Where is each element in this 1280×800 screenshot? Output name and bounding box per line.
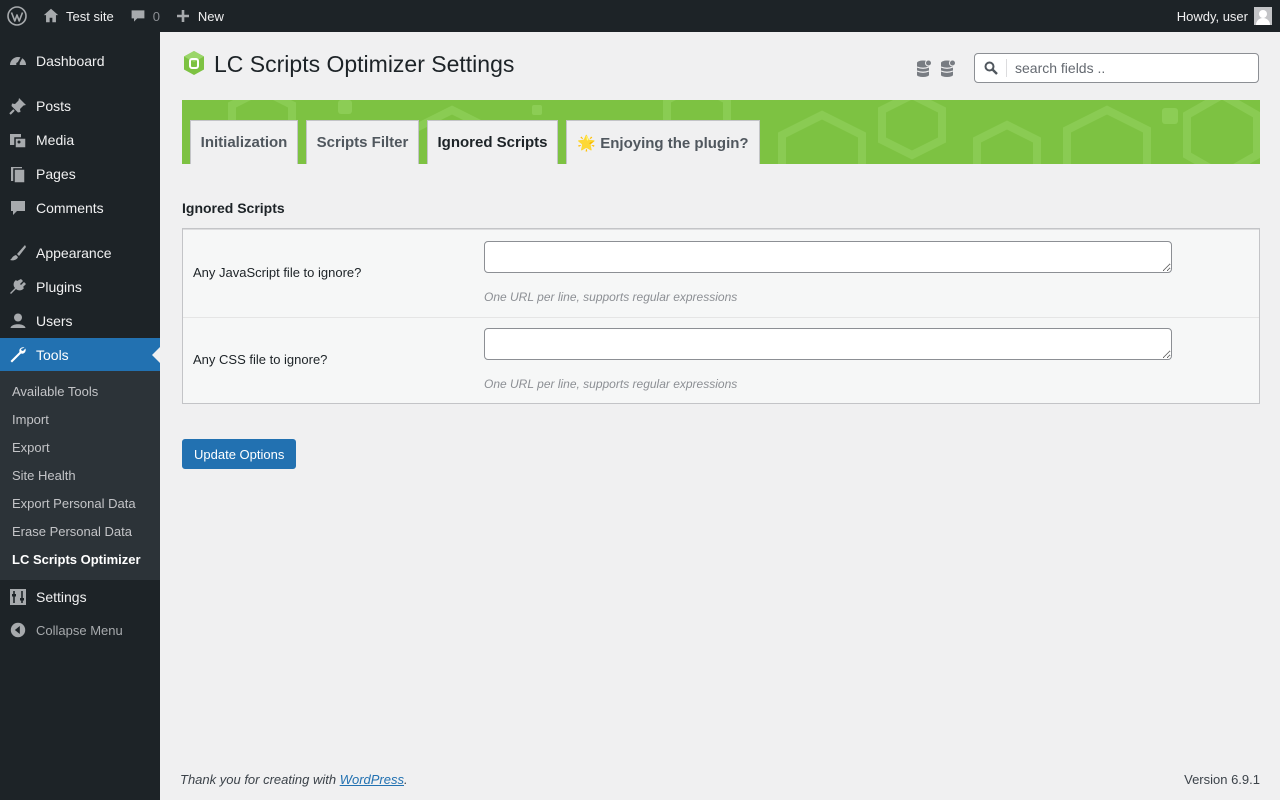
menu-item-comments[interactable]: Comments bbox=[0, 191, 160, 225]
howdy-text: Howdy, user bbox=[1176, 8, 1248, 24]
comment-bubble-icon bbox=[131, 10, 145, 22]
tab-initialization[interactable]: Initialization bbox=[190, 120, 298, 164]
update-options-button[interactable]: Update Options bbox=[182, 439, 297, 469]
new-content-link[interactable]: New bbox=[168, 0, 232, 32]
pages-icon bbox=[0, 164, 36, 184]
wordpress-logo-icon[interactable] bbox=[0, 0, 34, 32]
collapse-arrow-icon bbox=[0, 621, 36, 639]
admin-bar: Test site 0 New Howdy, user bbox=[0, 0, 1280, 32]
user-icon bbox=[0, 311, 36, 331]
tools-submenu: Available Tools Import Export Site Healt… bbox=[0, 371, 160, 580]
search-icon bbox=[975, 59, 1007, 77]
comments-link[interactable]: 0 bbox=[122, 0, 168, 32]
media-icon bbox=[0, 130, 36, 150]
section-title: Ignored Scripts bbox=[182, 200, 285, 216]
menu-item-dashboard[interactable]: Dashboard bbox=[0, 44, 160, 78]
header-actions bbox=[916, 59, 956, 80]
table-row: Any JavaScript file to ignore? One URL p… bbox=[183, 230, 1259, 317]
dashboard-icon bbox=[0, 51, 36, 71]
settings-icon bbox=[0, 587, 36, 607]
menu-label: Users bbox=[36, 313, 73, 329]
menu-label: Dashboard bbox=[36, 53, 105, 69]
comment-icon bbox=[0, 198, 36, 218]
tabs-banner: Initialization Scripts Filter Ignored Sc… bbox=[182, 100, 1260, 164]
submenu-lc-scripts-optimizer[interactable]: LC Scripts Optimizer bbox=[12, 552, 141, 567]
page-header: LC Scripts Optimizer Settings bbox=[182, 50, 514, 79]
submenu-site-health[interactable]: Site Health bbox=[12, 468, 76, 483]
my-account-link[interactable]: Howdy, user bbox=[1169, 0, 1280, 32]
menu-item-plugins[interactable]: Plugins bbox=[0, 270, 160, 304]
collapse-label: Collapse Menu bbox=[36, 622, 123, 638]
table-row: Any CSS file to ignore? One URL per line… bbox=[183, 317, 1259, 404]
plugin-logo-icon bbox=[182, 50, 206, 79]
css-ignore-label: Any CSS file to ignore? bbox=[193, 352, 328, 367]
brush-icon bbox=[0, 243, 36, 263]
search-fields-input[interactable] bbox=[1007, 60, 1247, 76]
js-ignore-label: Any JavaScript file to ignore? bbox=[193, 265, 362, 280]
footer-version: Version 6.9.1 bbox=[1184, 772, 1260, 787]
submenu-export-personal-data[interactable]: Export Personal Data bbox=[12, 496, 136, 511]
search-fields-box bbox=[974, 53, 1259, 83]
ignored-scripts-table: Any JavaScript file to ignore? One URL p… bbox=[182, 228, 1260, 404]
admin-menu: Dashboard Posts Media Pages Comments App… bbox=[0, 32, 160, 800]
menu-item-pages[interactable]: Pages bbox=[0, 157, 160, 191]
footer-thanks-prefix: Thank you for creating with bbox=[180, 772, 340, 787]
css-ignore-textarea[interactable] bbox=[484, 328, 1172, 360]
new-label: New bbox=[197, 8, 224, 24]
main-content: LC Scripts Optimizer Settings search fie… bbox=[160, 32, 1280, 800]
footer-thanks: Thank you for creating with WordPress. bbox=[180, 772, 408, 787]
site-name: Test site bbox=[66, 8, 114, 24]
wordpress-link[interactable]: WordPress bbox=[340, 772, 404, 787]
comments-count: 0 bbox=[152, 8, 160, 24]
menu-label: Tools bbox=[36, 347, 69, 363]
menu-item-posts[interactable]: Posts bbox=[0, 89, 160, 123]
menu-item-tools[interactable]: Tools bbox=[0, 338, 160, 372]
js-ignore-description: One URL per line, supports regular expre… bbox=[484, 290, 738, 304]
pin-icon bbox=[0, 96, 36, 116]
page-title: LC Scripts Optimizer Settings bbox=[214, 51, 515, 77]
tab-ignored-scripts[interactable]: Ignored Scripts bbox=[427, 120, 558, 164]
submenu-export[interactable]: Export bbox=[12, 440, 50, 455]
css-ignore-description: One URL per line, supports regular expre… bbox=[484, 377, 738, 391]
submenu-available-tools[interactable]: Available Tools bbox=[12, 384, 98, 399]
menu-item-media[interactable]: Media bbox=[0, 123, 160, 157]
menu-label: Plugins bbox=[36, 279, 82, 295]
submenu-import[interactable]: Import bbox=[12, 412, 49, 427]
menu-label: Posts bbox=[36, 98, 72, 114]
wrench-icon bbox=[0, 345, 36, 365]
database-import-icon[interactable] bbox=[940, 59, 956, 80]
submenu-erase-personal-data[interactable]: Erase Personal Data bbox=[12, 524, 132, 539]
menu-label: Media bbox=[36, 132, 75, 148]
menu-label: Settings bbox=[36, 589, 87, 605]
database-export-icon[interactable] bbox=[916, 59, 932, 80]
menu-item-appearance[interactable]: Appearance bbox=[0, 236, 160, 270]
avatar bbox=[1254, 7, 1272, 25]
menu-label: Appearance bbox=[36, 245, 112, 261]
collapse-menu-button[interactable]: Collapse Menu bbox=[0, 613, 160, 647]
footer-thanks-suffix: . bbox=[404, 772, 408, 787]
menu-item-settings[interactable]: Settings bbox=[0, 580, 160, 614]
site-name-link[interactable]: Test site bbox=[34, 0, 122, 32]
js-ignore-textarea[interactable] bbox=[484, 241, 1172, 273]
menu-label: Pages bbox=[36, 166, 76, 182]
home-icon bbox=[43, 8, 59, 23]
menu-label: Comments bbox=[36, 200, 104, 216]
plus-icon bbox=[176, 10, 189, 22]
tab-enjoying-plugin[interactable]: 🌟 Enjoying the plugin? bbox=[566, 120, 760, 164]
plugin-icon bbox=[0, 277, 36, 297]
tab-scripts-filter[interactable]: Scripts Filter bbox=[306, 120, 419, 164]
menu-item-users[interactable]: Users bbox=[0, 304, 160, 338]
